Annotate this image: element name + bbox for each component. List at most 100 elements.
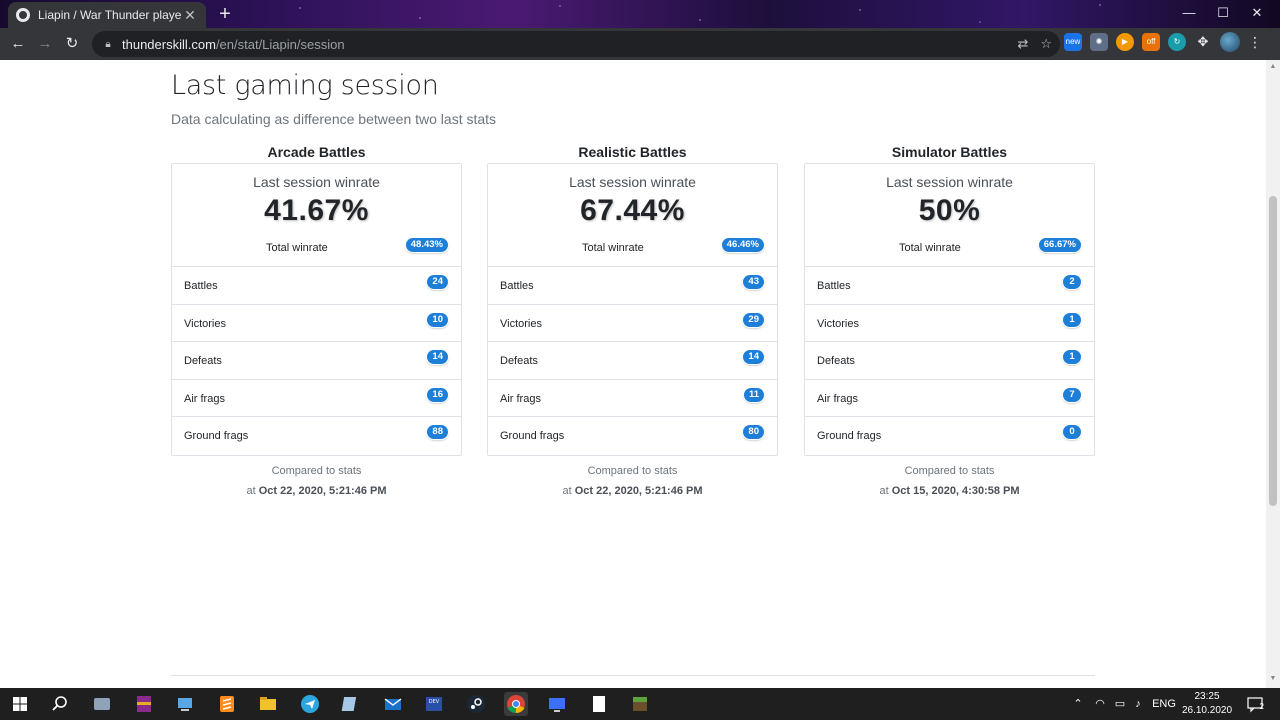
- stat-label: Defeats: [184, 355, 222, 367]
- stat-label: Victories: [817, 317, 859, 330]
- mode-title: Simulator Battles: [891, 144, 1008, 160]
- search-icon[interactable]: [48, 692, 72, 716]
- app-dev-icon[interactable]: DEV: [422, 692, 446, 716]
- new-tab-button[interactable]: +: [214, 4, 236, 26]
- compared-date: Oct 22, 2020, 5:21:46 PM: [258, 484, 387, 497]
- clock[interactable]: 23:25 26.10.2020: [1174, 690, 1240, 718]
- stat-badge: 29: [743, 312, 764, 327]
- stat-label: Air frags: [184, 392, 225, 405]
- stat-badge: 1: [1063, 312, 1081, 327]
- stat-label: Defeats: [817, 355, 855, 367]
- browser-menu-icon[interactable]: ⋮: [1248, 34, 1262, 51]
- stat-row: Air frags 16: [172, 380, 461, 417]
- stat-row: Air frags 11: [488, 380, 777, 417]
- stat-badge: 16: [427, 387, 448, 402]
- session-winrate-label: Last session winrate: [569, 174, 696, 190]
- svg-text:DEV: DEV: [429, 699, 440, 705]
- stat-label: Ground frags: [817, 430, 882, 442]
- mode-title: Realistic Battles: [578, 144, 687, 160]
- stats-card: Last session winrate 41.67% Total winrat…: [171, 163, 462, 456]
- address-bar[interactable]: 🔒︎ thunderskill.com/en/stat/Liapin/sessi…: [92, 31, 1060, 57]
- chrome-icon[interactable]: [504, 692, 528, 716]
- extensions-puzzle-icon[interactable]: ✥: [1194, 33, 1212, 51]
- stat-badge: 14: [427, 350, 448, 364]
- stat-row: Battles 43: [488, 267, 777, 305]
- wifi-icon[interactable]: ◠: [1092, 688, 1108, 720]
- browser-tab[interactable]: Liapin / War Thunder player stati ✕: [8, 2, 206, 28]
- session-winrate-value: 50%: [918, 194, 981, 227]
- extension-play-icon[interactable]: ▶: [1116, 33, 1134, 51]
- app-sublime-icon[interactable]: [215, 692, 239, 716]
- app-notepad-icon[interactable]: [339, 692, 363, 716]
- bookmark-star-icon[interactable]: ☆: [1040, 36, 1052, 52]
- back-arrow-icon[interactable]: ←: [8, 34, 28, 54]
- extension-burst-icon[interactable]: ✺: [1090, 33, 1108, 51]
- tab-title: Liapin / War Thunder player stati: [38, 8, 182, 22]
- stat-row: Ground frags 80: [488, 417, 777, 455]
- app-archive-icon[interactable]: [132, 692, 156, 716]
- session-winrate-value: 41.67%: [264, 194, 369, 227]
- stats-card: Last session winrate 67.44% Total winrat…: [487, 163, 778, 456]
- stat-label: Victories: [500, 317, 542, 330]
- stat-label: Defeats: [500, 355, 538, 367]
- app-explorer-alt-icon[interactable]: [90, 692, 114, 716]
- stat-row: Victories 10: [172, 305, 461, 342]
- browser-toolbar: ← → ↻ 🔒︎ thunderskill.com/en/stat/Liapin…: [0, 28, 1280, 60]
- reload-icon[interactable]: ↻: [62, 34, 82, 54]
- compared-prefix: at: [246, 484, 256, 497]
- scrollbar-thumb[interactable]: [1269, 196, 1277, 506]
- lock-icon: 🔒︎: [105, 38, 111, 50]
- stat-row: Defeats 14: [488, 342, 777, 380]
- stat-badge: 43: [743, 275, 764, 289]
- stat-row: Victories 29: [488, 305, 777, 342]
- stats-card: Last session winrate 50% Total winrate 6…: [804, 163, 1095, 456]
- stat-row: Battles 2: [805, 267, 1094, 305]
- extension-sync-icon[interactable]: ↻: [1168, 33, 1186, 51]
- scroll-down-icon[interactable]: ▼: [1269, 675, 1277, 685]
- compared-date: Oct 22, 2020, 5:21:46 PM: [574, 484, 703, 497]
- app-monitor-icon[interactable]: [173, 692, 197, 716]
- compared-label: Compared to stats: [587, 464, 678, 477]
- page-title: Last gaming session: [171, 70, 439, 101]
- translate-icon[interactable]: ⇄: [1017, 36, 1028, 52]
- minecraft-icon[interactable]: [628, 692, 652, 716]
- page-scrollbar[interactable]: ▲ ▼: [1266, 60, 1280, 688]
- mode-column-arcade: Arcade Battles Last session winrate 41.6…: [171, 143, 462, 501]
- stat-label: Ground frags: [500, 430, 565, 442]
- compared-footer: Compared to stats at Oct 15, 2020, 4:30:…: [804, 461, 1095, 501]
- stat-row: Ground frags 88: [172, 417, 461, 455]
- app-remote-desktop-icon[interactable]: [545, 692, 569, 716]
- profile-avatar[interactable]: [1220, 32, 1240, 52]
- scroll-up-icon[interactable]: ▲: [1269, 63, 1277, 73]
- compared-prefix: at: [879, 484, 889, 497]
- total-winrate-badge: 46.46%: [721, 238, 764, 252]
- file-explorer-icon[interactable]: [256, 692, 280, 716]
- url-host: thunderskill.com: [122, 36, 216, 52]
- volume-icon[interactable]: ♪: [1130, 688, 1146, 720]
- forward-arrow-icon[interactable]: →: [35, 34, 55, 54]
- clock-time: 23:25: [1194, 691, 1220, 702]
- battery-icon[interactable]: ▭: [1112, 688, 1128, 720]
- extension-new-icon[interactable]: new: [1064, 33, 1082, 51]
- stat-label: Victories: [184, 317, 226, 330]
- stat-badge: 24: [427, 275, 448, 289]
- extension-off-icon[interactable]: off: [1142, 33, 1160, 51]
- tab-close-icon[interactable]: ✕: [182, 7, 198, 24]
- notifications-icon[interactable]: 2: [1244, 688, 1266, 720]
- steam-icon[interactable]: [464, 692, 488, 716]
- clock-date: 26.10.2020: [1181, 705, 1233, 716]
- stat-label: Battles: [184, 280, 218, 292]
- close-window-button[interactable]: ✕: [1234, 0, 1280, 28]
- telegram-icon[interactable]: [298, 692, 322, 716]
- url-path: /en/stat/Liapin/session: [215, 36, 345, 52]
- stat-badge: 10: [427, 312, 448, 327]
- stat-badge: 0: [1063, 425, 1081, 439]
- windows-taskbar: DEV ⌃ ◠ ▭ ♪ ENG 23:25 26.10.2020 2: [0, 688, 1280, 720]
- total-winrate-badge: 66.67%: [1038, 238, 1081, 252]
- app-document-icon[interactable]: [587, 692, 611, 716]
- stat-badge: 1: [1063, 350, 1081, 364]
- stat-label: Air frags: [817, 392, 858, 405]
- windows-start-icon[interactable]: [8, 692, 32, 716]
- tray-chevron-up-icon[interactable]: ⌃: [1070, 688, 1086, 720]
- mail-icon[interactable]: [381, 692, 405, 716]
